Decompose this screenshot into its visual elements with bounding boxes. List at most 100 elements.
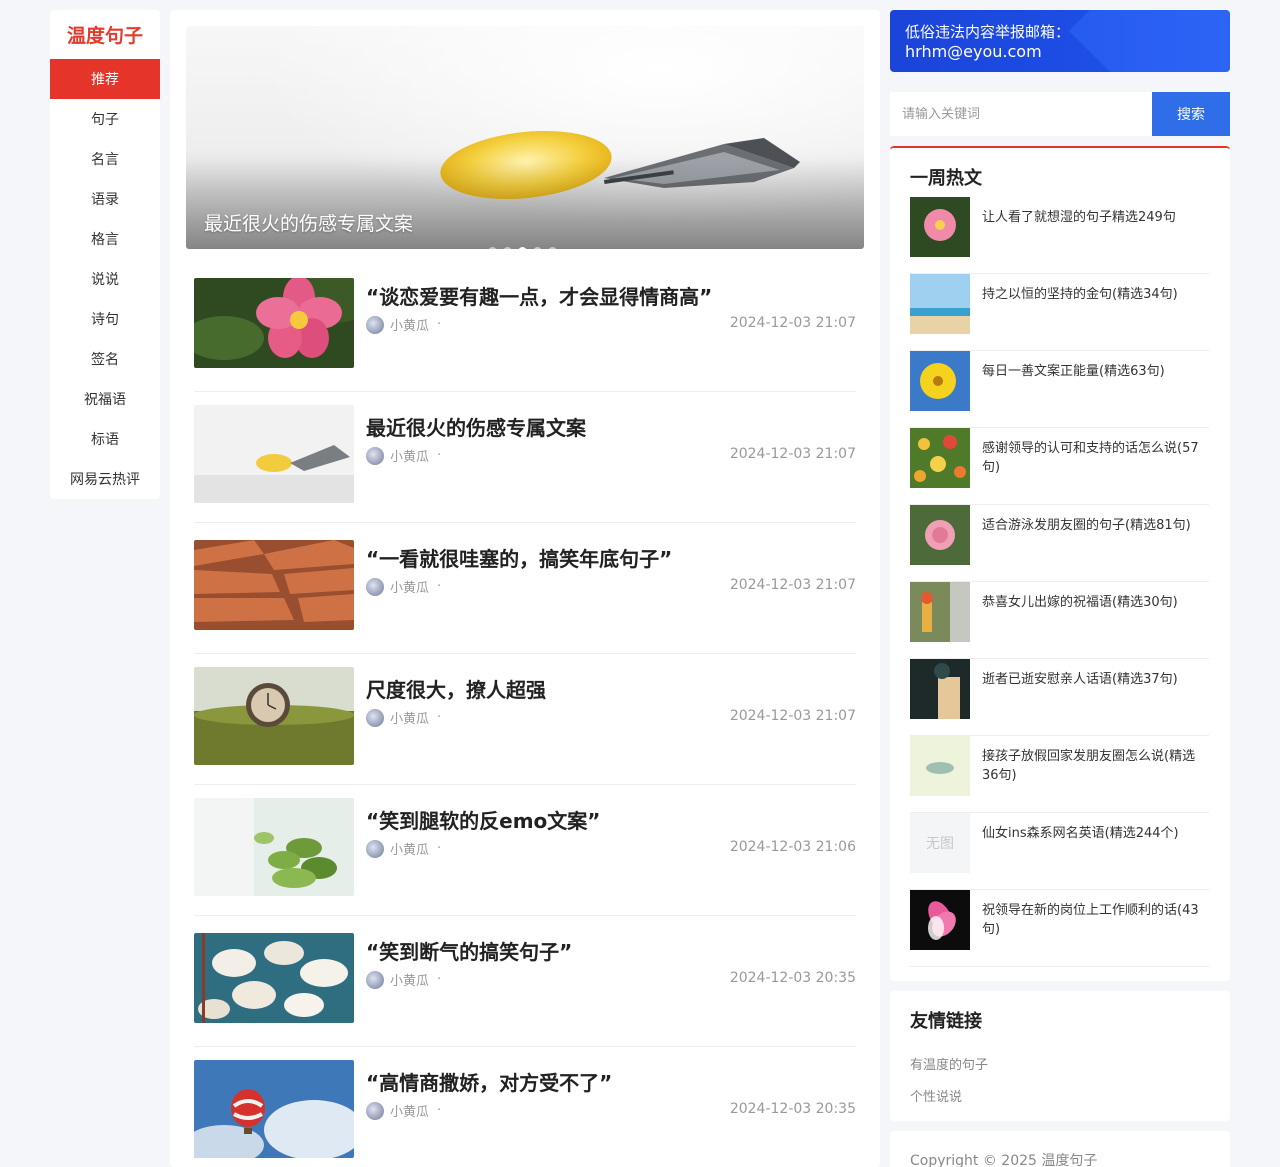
hot-item[interactable]: 接孩子放假回家发朋友圈怎么说(精选36句) [910,736,1209,813]
carousel-dot-active[interactable] [518,247,527,249]
author-name[interactable]: 小黄瓜 [390,970,429,989]
article-meta: 小黄瓜 · [366,708,441,727]
author-avatar[interactable] [366,708,384,727]
hot-title[interactable]: 每日一善文案正能量(精选63句) [982,362,1210,381]
article-thumbnail[interactable] [194,933,354,1023]
hot-item[interactable]: 恭喜女儿出嫁的祝福语(精选30句) [910,582,1209,659]
author-avatar[interactable] [366,315,384,334]
author-avatar[interactable] [366,970,384,989]
meta-separator: · [437,448,442,463]
report-email-banner[interactable]: 低俗违法内容举报邮箱： hrhm@eyou.com [890,10,1230,72]
hot-item[interactable]: 逝者已逝安慰亲人话语(精选37句) [910,659,1209,736]
article-thumbnail[interactable] [194,667,354,765]
article-title[interactable]: “高情商撒娇，对方受不了” [366,1067,612,1096]
nav-item-quotations[interactable]: 语录 [50,179,160,219]
hot-title[interactable]: 祝领导在新的岗位上工作顺利的话(43句) [982,901,1210,939]
author-name[interactable]: 小黄瓜 [390,1101,429,1120]
nav-item-sentences[interactable]: 句子 [50,99,160,139]
banner-carousel[interactable]: 最近很火的伤感专属文案 [186,26,864,249]
hot-item[interactable]: 适合游泳发朋友圈的句子(精选81句) [910,505,1209,582]
banner-caption[interactable]: 最近很火的伤感专属文案 [204,209,413,236]
author-name[interactable]: 小黄瓜 [390,708,429,727]
friend-link[interactable]: 有温度的句子 [910,1054,988,1073]
hot-item[interactable]: 无图 仙女ins森系网名英语(精选244个) [910,813,1209,890]
article-item[interactable]: “高情商撒娇，对方受不了” 小黄瓜 · 2024-12-03 20:35 [194,1047,856,1167]
hot-thumbnail[interactable] [910,428,970,488]
author-avatar[interactable] [366,446,384,465]
hot-title[interactable]: 逝者已逝安慰亲人话语(精选37句) [982,670,1210,689]
article-title[interactable]: “一看就很哇塞的，搞笑年底句子” [366,543,672,572]
nav-item-recommend[interactable]: 推荐 [50,59,160,99]
article-date: 2024-12-03 21:06 [729,839,856,855]
hot-title[interactable]: 恭喜女儿出嫁的祝福语(精选30句) [982,593,1210,612]
article-item[interactable]: 最近很火的伤感专属文案 小黄瓜 · 2024-12-03 21:07 [194,392,856,523]
meta-separator: · [437,972,442,987]
author-name[interactable]: 小黄瓜 [390,839,429,858]
article-item[interactable]: “一看就很哇塞的，搞笑年底句子” 小黄瓜 · 2024-12-03 21:07 [194,523,856,654]
hot-title[interactable]: 感谢领导的认可和支持的话怎么说(57句) [982,439,1210,477]
nav-item-poems[interactable]: 诗句 [50,299,160,339]
article-thumbnail[interactable] [194,278,354,368]
carousel-dot[interactable] [548,247,557,249]
nav-item-posts[interactable]: 说说 [50,259,160,299]
author-avatar[interactable] [366,1101,384,1120]
hot-thumbnail[interactable] [910,659,970,719]
site-logo[interactable]: 温度句子 [50,10,160,59]
article-item[interactable]: 尺度很大，撩人超强 小黄瓜 · 2024-12-03 21:07 [194,654,856,785]
carousel-dot[interactable] [533,247,542,249]
author-name[interactable]: 小黄瓜 [390,577,429,596]
hot-thumbnail[interactable] [910,351,970,411]
hot-thumbnail[interactable] [910,736,970,796]
article-item[interactable]: “笑到腿软的反emo文案” 小黄瓜 · 2024-12-03 21:06 [194,785,856,916]
carousel-dot[interactable] [503,247,512,249]
report-email[interactable]: hrhm@eyou.com [905,42,1042,61]
hot-title[interactable]: 仙女ins森系网名英语(精选244个) [982,824,1210,843]
nav-item-famous-quotes[interactable]: 名言 [50,139,160,179]
hot-thumbnail[interactable] [910,582,970,642]
no-image-placeholder[interactable]: 无图 [910,813,970,873]
article-date: 2024-12-03 20:35 [729,1101,856,1117]
article-item[interactable]: “谈恋爱要有趣一点，才会显得情商高” 小黄瓜 · 2024-12-03 21:0… [194,261,856,392]
hot-item[interactable]: 祝领导在新的岗位上工作顺利的话(43句) [910,890,1209,967]
article-meta: 小黄瓜 · [366,839,441,858]
nav-item-maxims[interactable]: 格言 [50,219,160,259]
nav-item-netease-comments[interactable]: 网易云热评 [50,459,160,499]
hot-item[interactable]: 每日一善文案正能量(精选63句) [910,351,1209,428]
search-input[interactable] [890,92,1152,136]
friend-link[interactable]: 个性说说 [910,1086,962,1105]
article-title[interactable]: 尺度很大，撩人超强 [366,674,546,703]
nav-item-signatures[interactable]: 签名 [50,339,160,379]
hot-title[interactable]: 让人看了就想湿的句子精选249句 [982,208,1210,227]
article-item[interactable]: “笑到断气的搞笑句子” 小黄瓜 · 2024-12-03 20:35 [194,916,856,1047]
search-button[interactable]: 搜索 [1152,92,1230,136]
article-title[interactable]: 最近很火的伤感专属文案 [366,412,586,441]
hot-title[interactable]: 持之以恒的坚持的金句(精选34句) [982,285,1210,304]
hot-item[interactable]: 持之以恒的坚持的金句(精选34句) [910,274,1209,351]
article-title[interactable]: “笑到断气的搞笑句子” [366,936,572,965]
weekly-hot-panel: 一周热文 让人看了就想湿的句子精选249句 持之以恒的坚持的金句(精选34句) … [890,146,1230,981]
article-thumbnail[interactable] [194,1060,354,1158]
author-name[interactable]: 小黄瓜 [390,315,429,334]
hot-title[interactable]: 适合游泳发朋友圈的句子(精选81句) [982,516,1210,535]
hot-thumbnail[interactable] [910,274,970,334]
article-thumbnail[interactable] [194,405,354,503]
hot-item[interactable]: 感谢领导的认可和支持的话怎么说(57句) [910,428,1209,505]
article-title[interactable]: “谈恋爱要有趣一点，才会显得情商高” [366,281,712,310]
article-thumbnail[interactable] [194,798,354,896]
article-meta: 小黄瓜 · [366,1101,441,1120]
author-avatar[interactable] [366,577,384,596]
nav-item-slogans[interactable]: 标语 [50,419,160,459]
hot-thumbnail[interactable] [910,197,970,257]
hot-thumbnail[interactable] [910,505,970,565]
hot-thumbnail[interactable] [910,890,970,950]
hot-title[interactable]: 接孩子放假回家发朋友圈怎么说(精选36句) [982,747,1210,785]
article-meta: 小黄瓜 · [366,446,441,465]
nav-item-blessings[interactable]: 祝福语 [50,379,160,419]
carousel-dot[interactable] [488,247,497,249]
article-title[interactable]: “笑到腿软的反emo文案” [366,805,600,834]
author-name[interactable]: 小黄瓜 [390,446,429,465]
article-thumbnail[interactable] [194,540,354,630]
author-avatar[interactable] [366,839,384,858]
weekly-hot-title: 一周热文 [910,168,982,189]
hot-item[interactable]: 让人看了就想湿的句子精选249句 [910,197,1209,274]
